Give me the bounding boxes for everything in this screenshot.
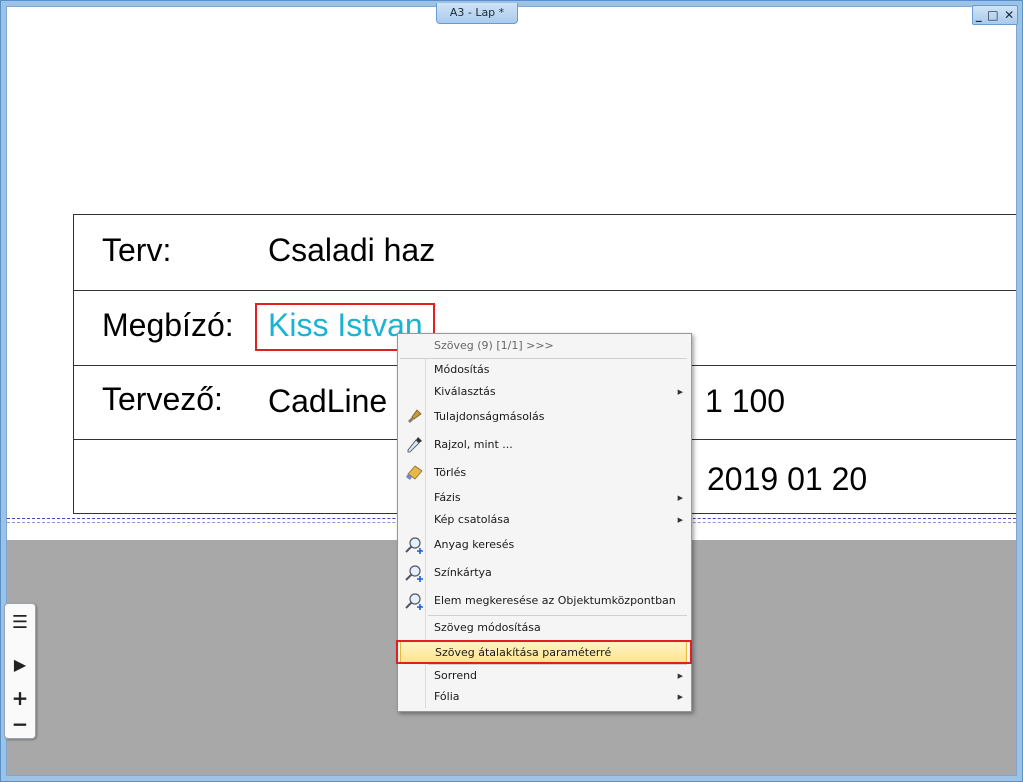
label-tervezo: Tervező:: [102, 381, 223, 417]
label-megbizo: Megbízó:: [102, 307, 234, 343]
zoom-in-icon[interactable]: +: [5, 684, 35, 712]
menu-item-sorrend[interactable]: Sorrend ▶: [400, 665, 687, 687]
submenu-arrow-icon: ▶: [677, 388, 683, 396]
menu-separator: [428, 615, 687, 616]
list-icon[interactable]: ☰: [5, 608, 35, 636]
menu-item-tulajdonsagmasolas[interactable]: Tulajdonságmásolás: [400, 406, 687, 428]
eraser-icon: [406, 465, 423, 480]
pipette-icon: [407, 437, 422, 453]
window-controls: _ □ ✕: [972, 5, 1018, 25]
table-row-divider: [74, 290, 1016, 291]
close-icon[interactable]: ✕: [1004, 9, 1014, 21]
submenu-arrow-icon: ▶: [677, 672, 683, 680]
document-window: Terv: Csaladi haz Megbízó: Kiss Istvan T…: [0, 0, 1023, 782]
menu-item-torles[interactable]: Törlés: [400, 462, 687, 484]
menu-item-kivalasztas[interactable]: Kiválasztás ▶: [400, 381, 687, 403]
label-terv: Terv:: [102, 232, 172, 268]
side-toolbar: ☰ ▶ + −: [4, 603, 36, 739]
menu-item-folia[interactable]: Fólia ▶: [400, 686, 687, 708]
submenu-arrow-icon: ▶: [677, 516, 683, 524]
submenu-arrow-icon: ▶: [677, 693, 683, 701]
menu-item-szoveg-atalakitasa[interactable]: Szöveg átalakítása paraméterré: [400, 641, 687, 663]
play-icon[interactable]: ▶: [5, 650, 35, 678]
minimize-icon[interactable]: _: [976, 9, 982, 21]
magnifier-plus-icon: [405, 593, 423, 610]
menu-item-anyag-kereses[interactable]: Anyag keresés: [400, 534, 687, 556]
maximize-icon[interactable]: □: [987, 9, 998, 21]
menu-item-rajzol-mint[interactable]: Rajzol, mint ...: [400, 434, 687, 456]
magnifier-plus-icon: [405, 537, 423, 554]
magnifier-plus-icon: [405, 565, 423, 582]
window-title-tab[interactable]: A3 - Lap *: [436, 3, 518, 24]
zoom-out-icon[interactable]: −: [5, 710, 35, 738]
value-scale[interactable]: 1 100: [705, 383, 785, 420]
menu-item-elem-megkeresese[interactable]: Elem megkeresése az Objektumközpontban: [400, 590, 687, 612]
menu-item-szoveg-modositasa[interactable]: Szöveg módosítása: [400, 617, 687, 639]
value-date[interactable]: 2019 01 20: [707, 461, 867, 498]
menu-item-kep-csatolasa[interactable]: Kép csatolása ▶: [400, 509, 687, 531]
brush-icon: [408, 409, 422, 423]
menu-item-szinkartya[interactable]: Színkártya: [400, 562, 687, 584]
menu-item-modositas[interactable]: Módosítás: [400, 359, 687, 381]
value-terv[interactable]: Csaladi haz: [268, 232, 435, 269]
menu-item-fazis[interactable]: Fázis ▶: [400, 487, 687, 509]
value-tervezo[interactable]: CadLine: [268, 383, 387, 420]
context-menu: Szöveg (9) [1/1] >>> Módosítás Kiválaszt…: [397, 333, 692, 712]
submenu-arrow-icon: ▶: [677, 494, 683, 502]
menu-header: Szöveg (9) [1/1] >>>: [434, 339, 554, 352]
